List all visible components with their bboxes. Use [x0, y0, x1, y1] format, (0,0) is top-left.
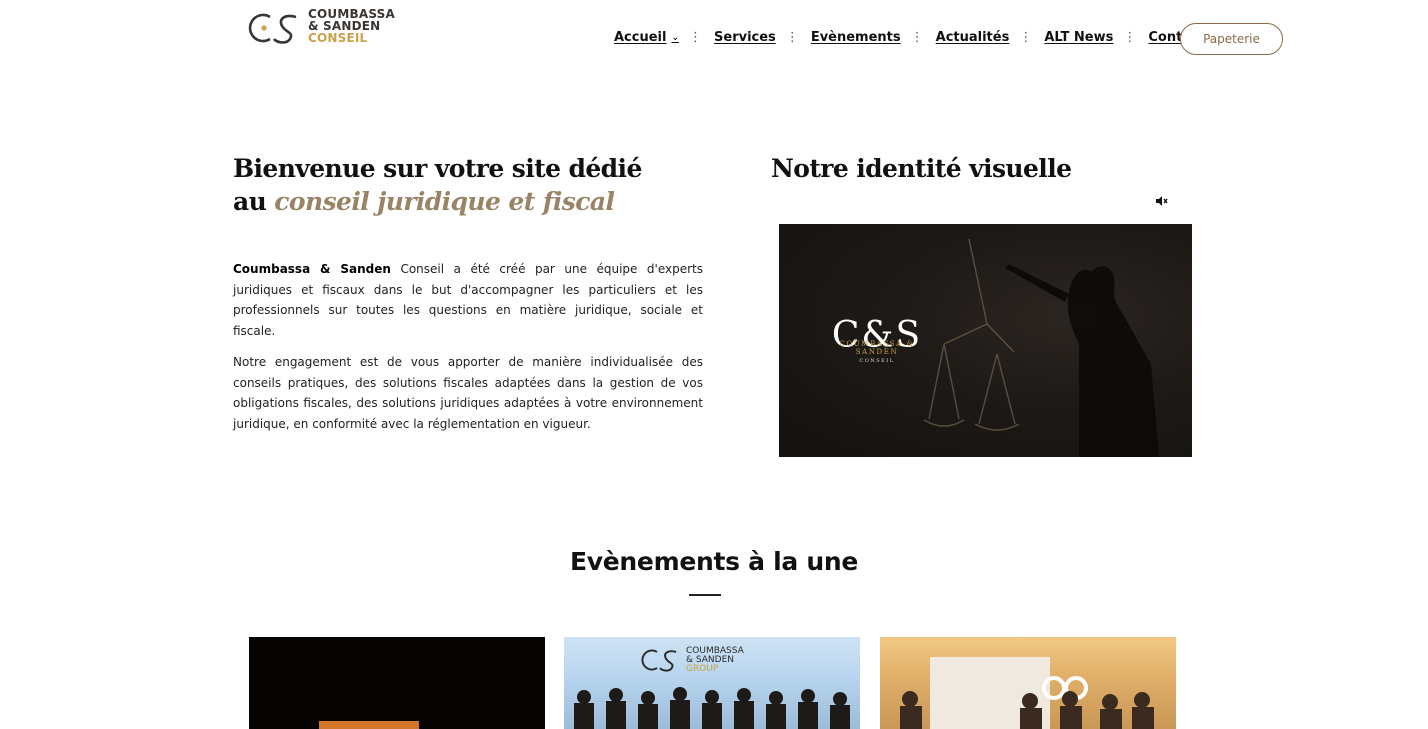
identity-video[interactable]: C&S COUMBASSA & SANDEN CONSEIL: [779, 224, 1192, 457]
identity-heading: Notre identité visuelle: [771, 154, 1072, 183]
logo-wordmark: COUMBASSA & SANDEN CONSEIL: [308, 8, 395, 44]
event-card-logo-text: COUMBASSA & SANDEN GROUP: [686, 646, 744, 674]
group-photo: [574, 687, 850, 729]
video-logo-sub: CONSEIL: [859, 358, 895, 364]
nav-item-accueil[interactable]: Accueil ⌄: [614, 30, 679, 45]
nav-separator: ⋮: [689, 30, 703, 45]
chevron-down-icon: ⌄: [671, 32, 680, 43]
cs-monogram-icon: [641, 649, 677, 672]
events-heading: Evènements à la une: [570, 547, 858, 576]
event-card[interactable]: [880, 637, 1176, 729]
nav-separator: ⋮: [785, 30, 799, 45]
nav-separator: ⋮: [1123, 30, 1137, 45]
intro-paragraph-2: Notre engagement est de vous apporter de…: [233, 355, 703, 431]
speaker-muted-icon[interactable]: [1154, 194, 1168, 208]
welcome-line-2-prefix: au: [233, 187, 267, 216]
video-logo: C&S COUMBASSA & SANDEN CONSEIL: [817, 318, 937, 365]
event-card[interactable]: COUMBASSA & SANDEN GROUP: [564, 637, 860, 729]
event-image: [319, 721, 419, 729]
nav-item-services[interactable]: Services: [714, 30, 776, 45]
welcome-accent: conseil juridique et fiscal: [274, 187, 615, 216]
logo-line-3: CONSEIL: [308, 31, 368, 45]
nav-item-alt-news[interactable]: ALT News: [1044, 30, 1113, 45]
welcome-heading: Bienvenue sur votre site dédié au consei…: [233, 152, 703, 218]
event-card-logo: COUMBASSA & SANDEN GROUP: [638, 645, 744, 675]
video-logo-name: COUMBASSA & SANDEN: [839, 340, 915, 356]
nav-item-label: Services: [714, 30, 776, 45]
card2-logo-line-3: GROUP: [686, 663, 719, 674]
main-nav: Accueil ⌄ ⋮ Services ⋮ Evènements ⋮ Actu…: [614, 30, 1240, 45]
nav-item-label: ALT News: [1044, 30, 1114, 45]
cs-monogram-icon: [248, 13, 297, 44]
nav-separator: ⋮: [1019, 30, 1033, 45]
papeterie-button[interactable]: Papeterie: [1180, 23, 1283, 55]
nav-item-evenements[interactable]: Evènements: [811, 30, 901, 45]
nav-item-label: Actualités: [935, 30, 1010, 45]
intro-company-name: Coumbassa & Sanden: [233, 262, 391, 276]
welcome-line-1: Bienvenue sur votre site dédié: [233, 154, 642, 183]
group-photo: [900, 691, 1154, 729]
nav-item-label: Evènements: [810, 30, 901, 45]
nav-item-label: Accueil: [614, 30, 667, 45]
intro-text: Coumbassa & Sanden Conseil a été créé pa…: [233, 259, 703, 445]
intro-paragraph-1: Coumbassa & Sanden Conseil a été créé pa…: [233, 259, 703, 341]
event-card[interactable]: [249, 637, 545, 729]
section-divider: [689, 594, 721, 596]
nav-item-actualites[interactable]: Actualités: [936, 30, 1010, 45]
site-logo[interactable]: COUMBASSA & SANDEN CONSEIL: [244, 6, 395, 48]
nav-separator: ⋮: [910, 30, 924, 45]
